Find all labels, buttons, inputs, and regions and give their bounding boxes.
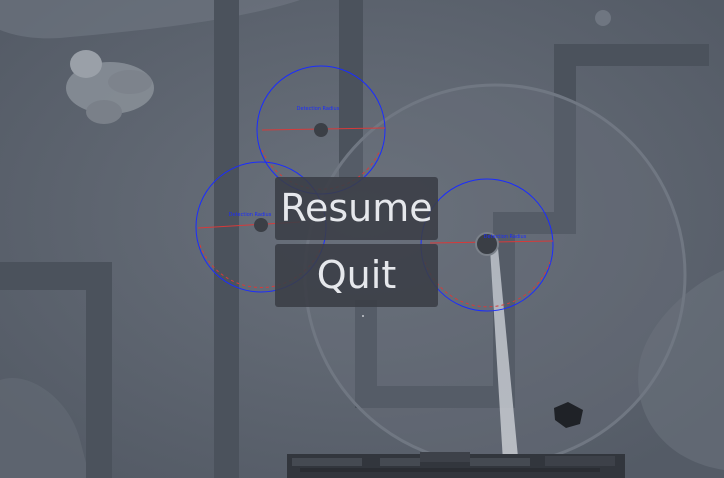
turret-label: Detection Radius <box>484 234 527 240</box>
base-structure <box>287 452 625 478</box>
turret-label: Detection Radius <box>229 212 272 218</box>
quit-button[interactable]: Quit <box>275 244 438 307</box>
pause-menu: Resume Quit <box>275 177 438 307</box>
path-segment <box>554 44 709 66</box>
turret-base <box>254 218 268 232</box>
turret-base <box>314 123 328 137</box>
turret-label: Detection Radius <box>297 106 340 112</box>
resume-button[interactable]: Resume <box>275 177 438 240</box>
path-segment <box>214 0 239 478</box>
ground-spot <box>595 10 611 26</box>
path-segment <box>86 262 112 478</box>
crosshair-dot <box>362 315 364 317</box>
